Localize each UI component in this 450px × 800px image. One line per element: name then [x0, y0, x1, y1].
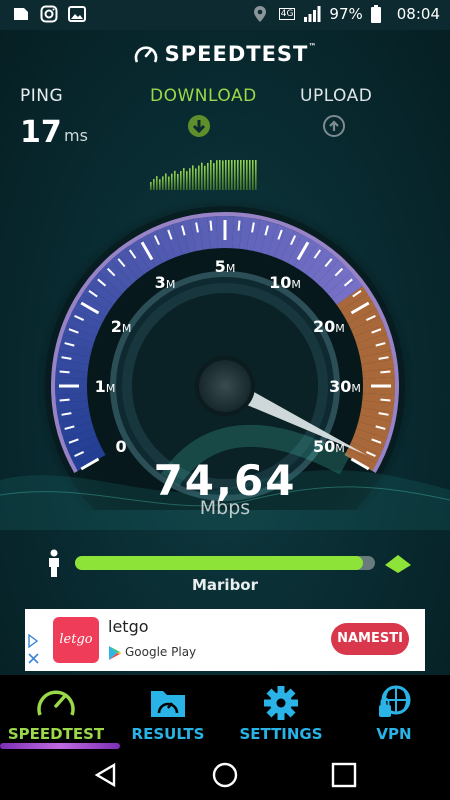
activity-bar: [201, 162, 203, 190]
activity-bar: [171, 173, 173, 190]
upload-label: UPLOAD: [300, 86, 373, 106]
progress-track: [75, 556, 375, 570]
nav-label-settings: SETTINGS: [239, 725, 323, 743]
battery-icon: [370, 5, 389, 23]
activity-bar: [186, 171, 188, 190]
activity-bar: [159, 179, 161, 190]
activity-bar: [198, 165, 200, 190]
activity-bar: [210, 160, 212, 190]
activity-bar: [222, 160, 224, 190]
gauge-tick: [380, 398, 391, 402]
activity-bar: [192, 165, 194, 190]
back-icon[interactable]: [92, 761, 120, 789]
network-type: 4G: [278, 8, 296, 20]
image-icon: [68, 5, 86, 23]
activity-bar: [255, 160, 257, 190]
app-logo: SPEEDTEST™: [0, 42, 450, 67]
activity-bar: [177, 173, 179, 190]
activity-bar: [153, 179, 155, 190]
nav-speedtest[interactable]: SPEEDTEST: [0, 675, 120, 749]
activity-bar: [168, 176, 170, 190]
activity-bar: [180, 171, 182, 190]
activity-bar: [252, 160, 254, 190]
instagram-icon: [40, 5, 58, 23]
activity-bar: [165, 173, 167, 190]
nav-vpn[interactable]: VPN: [338, 675, 450, 749]
recents-icon[interactable]: [330, 761, 358, 789]
ad-banner[interactable]: letgo letgo Google Play NAMESTI: [25, 609, 425, 671]
speedometer-icon: [37, 690, 75, 716]
ad-close-icon[interactable]: [28, 653, 39, 664]
gauge-tick: [59, 398, 70, 402]
google-play-icon: [109, 646, 122, 660]
nav-label-vpn: VPN: [376, 725, 412, 743]
download-label: DOWNLOAD: [150, 86, 257, 106]
speedtest-logo-icon: [134, 46, 157, 63]
gauge-tick: [380, 370, 391, 374]
vpn-globe-lock-icon: [379, 685, 411, 717]
server-name: Maribor: [191, 576, 259, 594]
activity-bar: [225, 160, 227, 190]
activity-bar: [240, 160, 242, 190]
activity-bar: [249, 160, 251, 190]
upload-arrow-icon: [323, 115, 345, 137]
activity-bar: [207, 162, 209, 190]
nav-settings[interactable]: SETTINGS: [225, 675, 337, 749]
activity-bar: [231, 160, 233, 190]
nav-label-results: RESULTS: [131, 725, 205, 743]
ad-title: letgo: [108, 617, 149, 636]
download-arrow-icon: [188, 115, 210, 137]
bottom-nav: SPEEDTEST RESULTS SETTINGS VPN: [0, 675, 450, 749]
activity-bar: [228, 160, 230, 190]
ping-value: 17: [20, 115, 62, 150]
activity-bar: [219, 160, 221, 190]
ad-app-logo: letgo: [53, 617, 99, 663]
activity-bar: [150, 182, 152, 190]
location-icon: [253, 5, 271, 23]
server-marker-icon: [385, 555, 411, 573]
activity-bar: [162, 176, 164, 190]
results-folder-icon: [151, 691, 185, 717]
activity-bar: [183, 168, 185, 190]
nav-label-speedtest: SPEEDTEST: [7, 725, 105, 743]
activity-bar: [204, 165, 206, 190]
activity-bar: [234, 160, 236, 190]
activity-bar: [156, 176, 158, 190]
nav-results[interactable]: RESULTS: [112, 675, 224, 749]
speed-unit: Mbps: [199, 497, 251, 519]
person-icon: [49, 549, 59, 577]
activity-bar: [243, 160, 245, 190]
gauge-tick: [59, 370, 70, 374]
ping-unit: ms: [64, 126, 88, 145]
activity-bar: [195, 168, 197, 190]
activity-bar: [174, 170, 176, 190]
activity-bar: [213, 163, 215, 190]
ad-choices-icon[interactable]: [28, 633, 39, 649]
clock: 08:04: [396, 5, 440, 23]
gauge-tick: [237, 220, 241, 231]
gallery-icon: [12, 5, 30, 23]
gear-icon: [264, 686, 298, 720]
activity-bar: [237, 160, 239, 190]
home-icon[interactable]: [211, 761, 239, 789]
signal-icon: [303, 5, 321, 23]
activity-bar: [189, 168, 191, 190]
activity-bar: [216, 160, 218, 190]
ad-store: Google Play: [125, 645, 197, 659]
ping-label: PING: [20, 86, 64, 106]
trademark: ™: [308, 42, 318, 51]
status-bar: 4G 97% 08:04: [0, 0, 450, 30]
ad-controls: [25, 609, 43, 671]
install-button[interactable]: NAMESTI: [331, 623, 409, 655]
battery-percent: 97%: [329, 5, 363, 23]
app-title: SPEEDTEST: [164, 42, 309, 66]
gauge-tick: [209, 220, 213, 231]
system-nav-bar: [0, 749, 450, 800]
activity-bar: [246, 160, 248, 190]
progress-fill: [75, 556, 363, 570]
download-activity-graph: [150, 160, 257, 190]
